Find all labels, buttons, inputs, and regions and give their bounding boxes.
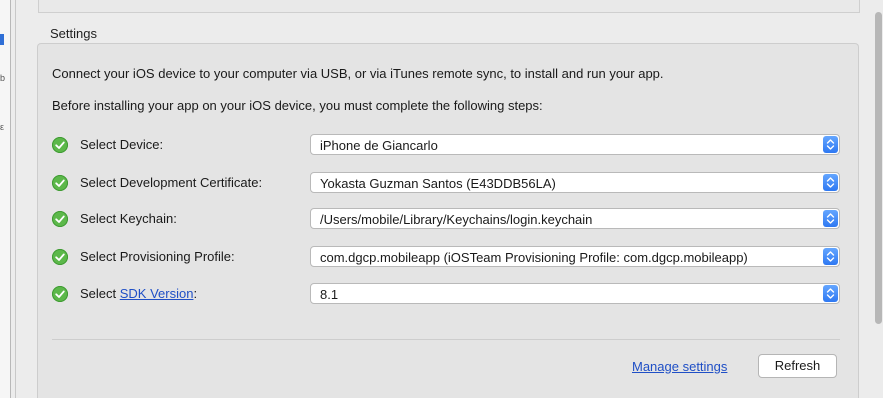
chevron-up-down-icon[interactable]: [823, 210, 838, 227]
keychain-select-value: /Users/mobile/Library/Keychains/login.ke…: [320, 212, 593, 227]
certificate-select-value: Yokasta Guzman Santos (E43DDB56LA): [320, 176, 556, 191]
step-label: Select SDK Version:: [80, 286, 197, 301]
chevron-up-down-icon[interactable]: [823, 136, 838, 153]
check-icon: [52, 211, 68, 227]
step-row-certificate: Select Development Certificate: Yokasta …: [52, 172, 842, 194]
footer-divider: [52, 339, 840, 340]
certificate-select[interactable]: Yokasta Guzman Santos (E43DDB56LA): [310, 172, 840, 193]
step-row-sdk-version: Select SDK Version: 8.1: [52, 283, 842, 305]
provisioning-profile-select[interactable]: com.dgcp.mobileapp (iOSTeam Provisioning…: [310, 246, 840, 267]
sdk-version-link[interactable]: SDK Version: [120, 286, 194, 301]
check-icon: [52, 249, 68, 265]
split-divider-edge: [15, 0, 16, 398]
check-icon: [52, 137, 68, 153]
step-row-device: Select Device: iPhone de Giancarlo: [52, 134, 842, 156]
provisioning-profile-select-value: com.dgcp.mobileapp (iOSTeam Provisioning…: [320, 250, 748, 265]
chevron-up-down-icon[interactable]: [823, 174, 838, 191]
split-divider[interactable]: [10, 0, 11, 398]
check-icon: [52, 286, 68, 302]
steps-instruction: Before installing your app on your iOS d…: [52, 98, 543, 113]
step-label: Select Provisioning Profile:: [80, 249, 235, 264]
previous-panel-bottom: [38, 0, 860, 13]
step-label: Select Keychain:: [80, 211, 177, 226]
check-icon: [52, 175, 68, 191]
truncated-text: b: [0, 73, 6, 83]
step-row-keychain: Select Keychain: /Users/mobile/Library/K…: [52, 208, 842, 230]
vertical-scrollbar[interactable]: [874, 0, 883, 398]
step-label-suffix: :: [193, 286, 198, 301]
left-sidebar-edge: b ε: [0, 0, 10, 398]
step-label: Select Device:: [80, 137, 164, 152]
chevron-up-down-icon[interactable]: [823, 285, 838, 302]
step-row-provisioning-profile: Select Provisioning Profile: com.dgcp.mo…: [52, 246, 842, 268]
step-label-prefix: Select: [80, 286, 120, 301]
chevron-up-down-icon[interactable]: [823, 248, 838, 265]
refresh-button[interactable]: Refresh: [758, 354, 837, 378]
sdk-version-select-value: 8.1: [320, 287, 339, 302]
scrollbar-thumb[interactable]: [875, 12, 882, 324]
keychain-select[interactable]: /Users/mobile/Library/Keychains/login.ke…: [310, 208, 840, 229]
selected-item-marker: [0, 34, 4, 45]
device-select-value: iPhone de Giancarlo: [320, 138, 438, 153]
manage-settings-link[interactable]: Manage settings: [632, 359, 727, 374]
sdk-version-select[interactable]: 8.1: [310, 283, 840, 304]
step-label: Select Development Certificate:: [80, 175, 263, 190]
intro-text: Connect your iOS device to your computer…: [52, 66, 664, 81]
truncated-text: ε: [0, 122, 5, 132]
settings-window: b ε Settings Connect your iOS device to …: [0, 0, 883, 398]
device-select[interactable]: iPhone de Giancarlo: [310, 134, 840, 155]
settings-title: Settings: [50, 26, 97, 41]
